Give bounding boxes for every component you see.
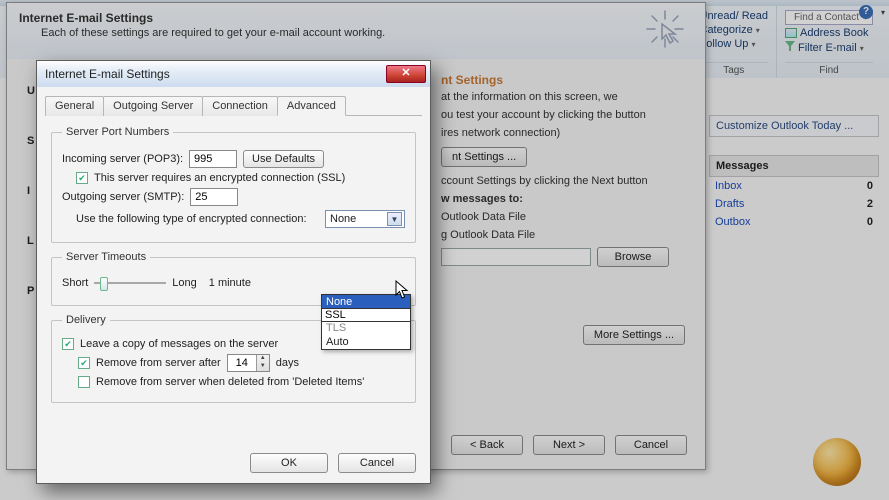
cancel-button-acct[interactable]: Cancel [615,435,687,455]
outgoing-port-input[interactable] [190,188,238,206]
messages-row: Outbox 0 [709,213,879,231]
test-account-settings-button[interactable]: nt Settings ... [441,147,527,167]
cancel-button[interactable]: Cancel [338,453,416,473]
browse-button[interactable]: Browse [597,247,669,267]
find-contact-input[interactable]: Find a Contact ▾ [785,10,873,25]
mouse-cursor-icon [395,280,409,300]
ribbon-label-tags: Tags [700,62,769,76]
leave-copy-checkbox[interactable] [62,338,74,350]
ribbon-label-find: Find [785,62,873,76]
encryption-type-dropdown: None SSL TLS Auto [321,294,411,350]
address-book-icon [785,28,797,38]
timeout-slider[interactable] [94,275,166,291]
server-port-legend: Server Port Numbers [62,126,173,138]
folder-count: 0 [867,180,873,192]
back-button[interactable]: < Back [451,435,523,455]
unread-read-button[interactable]: Unread/ Read [700,10,769,22]
test-settings-heading: nt Settings [441,73,685,87]
chevron-down-icon: ▼ [387,212,402,226]
timeout-long-label: Long [172,277,196,289]
encryption-type-value: None [330,213,356,225]
dialog-title: Internet E-mail Settings [45,67,170,81]
tab-outgoing-server[interactable]: Outgoing Server [103,96,203,116]
ok-button[interactable]: OK [250,453,328,473]
ssl-required-checkbox[interactable] [76,172,88,184]
remove-after-label: Remove from server after [96,357,221,369]
address-book-button[interactable]: Address Book [785,27,873,39]
deliver-opt2[interactable]: g Outlook Data File [441,229,685,241]
next-button[interactable]: Next > [533,435,605,455]
close-icon: ✕ [401,67,410,79]
remove-after-checkbox[interactable] [78,357,90,369]
timeout-short-label: Short [62,277,88,289]
filter-email-button[interactable]: Filter E-mail ▾ [785,41,873,54]
folder-link[interactable]: Inbox [715,180,742,192]
cursor-decoration-icon [645,9,685,52]
internet-email-settings-dialog: Internet E-mail Settings ✕ General Outgo… [36,60,431,484]
messages-row: Inbox 0 [709,177,879,195]
folder-count: 2 [867,198,873,210]
deliver-opt1[interactable]: Outlook Data File [441,211,685,223]
remove-after-days-stepper[interactable]: ▲▼ [227,354,270,372]
folder-count: 0 [867,216,873,228]
account-settings-subtitle: Each of these settings are required to g… [41,27,693,39]
days-label: days [276,357,299,369]
ribbon-group-tags: Unread/ Read Categorize ▾ Follow Up ▾ Ta… [691,6,777,78]
chevron-down-icon-2[interactable]: ▼ [257,363,269,371]
outgoing-server-label: Outgoing server (SMTP): [62,191,184,203]
categorize-button[interactable]: Categorize ▾ [700,24,769,36]
encryption-option-ssl[interactable]: SSL [321,308,411,322]
encryption-type-select[interactable]: None ▼ [325,210,405,228]
leave-copy-label: Leave a copy of messages on the server [80,338,278,350]
folder-link[interactable]: Outbox [715,216,750,228]
help-icon[interactable]: ? [859,5,873,19]
ribbon-group-find: Find a Contact ▾ Address Book Filter E-m… [776,6,881,78]
chevron-up-icon[interactable]: ▲ [257,355,269,363]
data-file-path-input[interactable] [441,248,591,266]
test-settings-text3: ires network connection) [441,127,685,139]
use-defaults-button[interactable]: Use Defaults [243,150,324,168]
tab-connection[interactable]: Connection [202,96,278,116]
deliver-heading: w messages to: [441,193,685,205]
follow-up-button[interactable]: Follow Up ▾ [700,38,769,50]
tab-general[interactable]: General [45,96,104,116]
remove-after-days-input[interactable] [228,355,256,371]
encryption-type-label: Use the following type of encrypted conn… [76,213,307,225]
more-settings-button[interactable]: More Settings ... [583,325,685,345]
incoming-server-label: Incoming server (POP3): [62,153,183,165]
timeout-value: 1 minute [209,277,251,289]
brand-globe-icon [813,438,861,486]
incoming-port-input[interactable] [189,150,237,168]
folder-link[interactable]: Drafts [715,198,744,210]
delivery-legend: Delivery [62,314,110,326]
ssl-required-label: This server requires an encrypted connec… [94,172,345,184]
messages-row: Drafts 2 [709,195,879,213]
encryption-option-tls[interactable]: TLS [322,321,410,335]
server-timeouts-legend: Server Timeouts [62,251,150,263]
tab-advanced[interactable]: Advanced [277,96,346,116]
funnel-icon [785,41,795,51]
messages-heading: Messages [709,155,879,177]
encryption-option-auto[interactable]: Auto [322,335,410,349]
remove-when-deleted-checkbox[interactable] [78,376,90,388]
test-settings-text1: at the information on this screen, we [441,91,685,103]
customize-today-link[interactable]: Customize Outlook Today ... [709,115,879,137]
test-settings-text4: ccount Settings by clicking the Next but… [441,175,685,187]
remove-when-deleted-label: Remove from server when deleted from 'De… [96,376,364,388]
account-settings-title: Internet E-mail Settings [19,11,693,25]
test-settings-text2: ou test your account by clicking the but… [441,109,685,121]
help-dropdown-icon[interactable]: ▾ [881,8,885,17]
close-button[interactable]: ✕ [386,65,426,83]
